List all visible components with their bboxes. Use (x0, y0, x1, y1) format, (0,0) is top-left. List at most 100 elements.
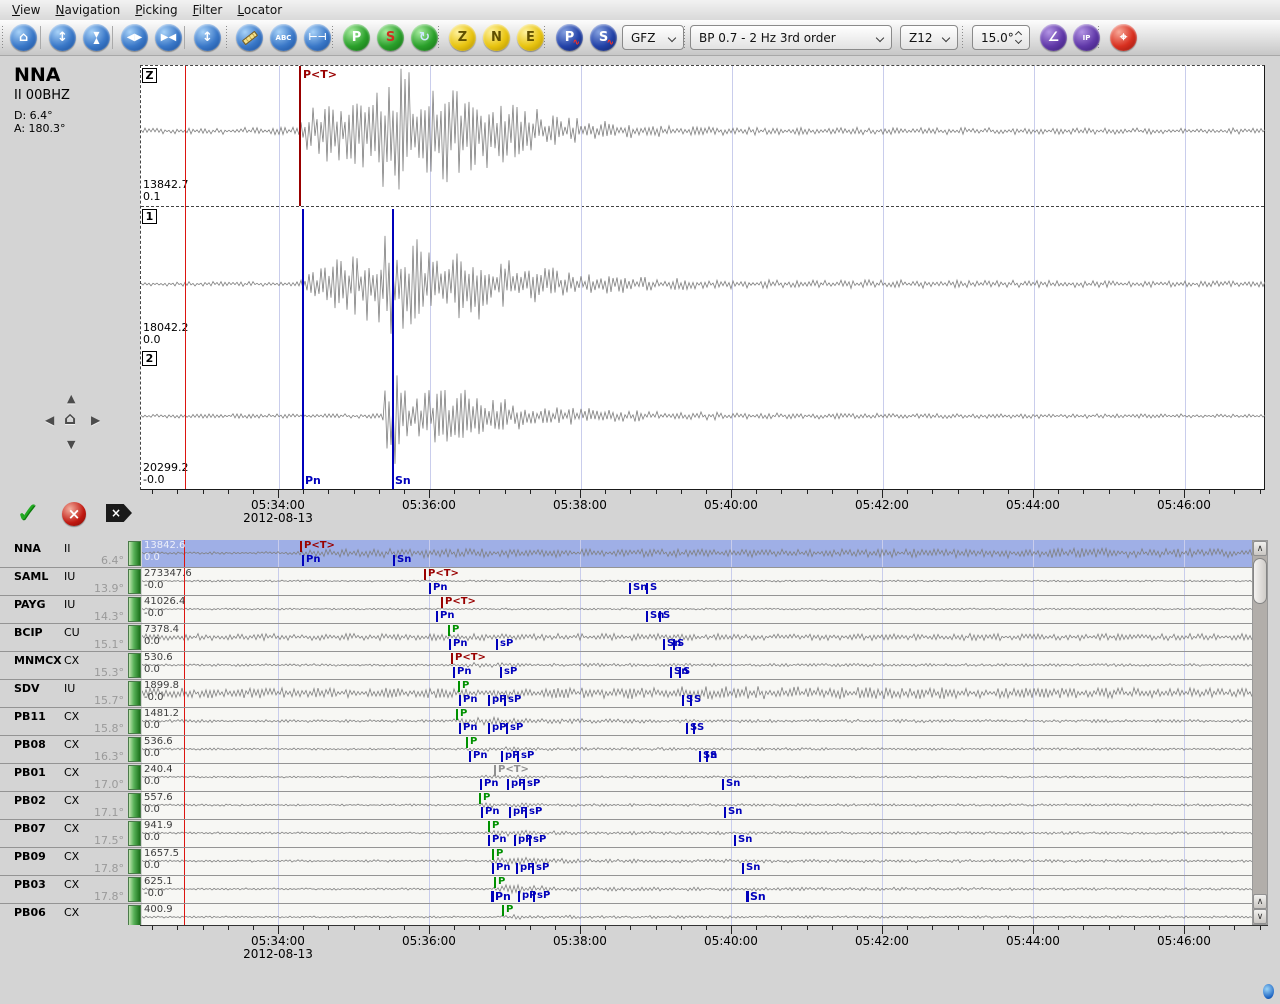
menu-filter[interactable]: Filter (189, 1, 234, 19)
phase-marker-line[interactable] (448, 625, 450, 636)
phase-marker-line[interactable] (429, 583, 431, 594)
scroll-down-button[interactable]: ∨ (1253, 909, 1267, 924)
phase-marker-line[interactable] (518, 891, 520, 902)
phase-marker-line[interactable] (459, 723, 461, 734)
agency-dropdown[interactable]: GFZ (622, 25, 684, 50)
phase-marker-line[interactable] (488, 821, 490, 832)
phase-label-tool-icon[interactable]: ABC (270, 24, 297, 51)
phase-marker-line[interactable] (441, 597, 443, 608)
station-trace[interactable]: 557.60.0PPnpPsPSn (142, 792, 1252, 819)
station-row-pb07[interactable]: PB07CX17.5°941.90.0PPnpPsPSn (0, 820, 1252, 848)
phase-marker-line[interactable] (459, 695, 461, 706)
phase-marker-line[interactable] (453, 667, 455, 678)
ip-tool-button-icon[interactable]: IP (1073, 24, 1100, 51)
phase-marker-line[interactable] (682, 695, 684, 706)
phase-marker-line[interactable] (300, 541, 302, 552)
phase-marker-line[interactable] (670, 667, 672, 678)
station-trace[interactable]: 7378.40.0PPnsPSnS (142, 624, 1252, 651)
station-trace[interactable]: 625.1-0.0PPnpPsPSn (142, 876, 1252, 903)
station-row-bcip[interactable]: BCIPCU15.1°7378.40.0PPnsPSnS (0, 624, 1252, 652)
nav-home-icon[interactable]: ⌂ (64, 409, 76, 429)
component-z-button-icon[interactable]: Z (449, 24, 476, 51)
nav-up-icon[interactable]: ▲ (67, 392, 75, 405)
theoretical-s-button-icon[interactable]: S∿ (590, 24, 617, 51)
confirm-pick-button[interactable]: ✓ (16, 496, 39, 529)
phase-marker-line[interactable] (679, 667, 681, 678)
phase-marker-line[interactable] (722, 779, 724, 790)
phase-marker-line[interactable] (525, 807, 527, 818)
phase-marker-line[interactable] (506, 723, 508, 734)
component-dropdown[interactable]: Z12 (900, 25, 958, 50)
phase-marker-line[interactable] (523, 779, 525, 790)
station-row-payg[interactable]: PAYGIU14.3°41026.4-0.0P<T>PnSnS (0, 596, 1252, 624)
phase-marker-line[interactable] (533, 891, 535, 902)
station-trace[interactable]: 273347.6-0.0P<T>PnSnS (142, 568, 1252, 595)
station-row-pb11[interactable]: PB11CX15.8°1481.20.0PPnpPsPSS (0, 708, 1252, 736)
phase-marker-line[interactable] (502, 905, 504, 916)
phase-marker-line[interactable] (479, 793, 481, 804)
spin-down-icon[interactable] (1015, 37, 1022, 44)
phase-marker-line[interactable] (699, 751, 701, 762)
phase-marker-line[interactable] (488, 723, 490, 734)
vertical-scrollbar[interactable]: ∧ ∧ ∨ (1252, 540, 1268, 925)
phase-marker-line[interactable] (742, 863, 744, 874)
phase-marker-line[interactable] (734, 835, 736, 846)
station-row-pb08[interactable]: PB08CX16.3°536.60.0PPnpPsPSnS (0, 736, 1252, 764)
station-trace[interactable]: 240.40.0P<T>PnpPsPSn (142, 764, 1252, 791)
phase-marker-line[interactable] (424, 569, 426, 580)
station-trace[interactable]: 400.9P (142, 904, 1252, 925)
phase-marker-line[interactable] (491, 891, 494, 902)
station-trace[interactable]: 1899.8-0.0PPnpPsPSS (142, 680, 1252, 707)
fit-horizontal-icon[interactable]: ▶◀ (155, 24, 182, 51)
fit-vertical-icon[interactable]: ▼▲ (83, 24, 110, 51)
station-trace[interactable]: 941.90.0PPnpPsPSn (142, 820, 1252, 847)
phase-marker-line[interactable] (532, 863, 534, 874)
scrollbar-thumb[interactable] (1253, 558, 1267, 604)
angle-tool-button-icon[interactable]: ∠ (1040, 24, 1067, 51)
phase-marker-line[interactable] (509, 807, 511, 818)
phase-marker-line[interactable] (494, 877, 496, 888)
phase-marker-line[interactable] (302, 555, 304, 566)
station-trace[interactable]: 536.60.0PPnpPsPSnS (142, 736, 1252, 763)
pick-marker-line[interactable] (392, 209, 394, 489)
phase-marker-line[interactable] (469, 751, 471, 762)
phase-marker-line[interactable] (529, 835, 531, 846)
phase-marker-line[interactable] (393, 555, 395, 566)
station-row-mnmcx[interactable]: MNMCXCX15.3°530.60.0P<T>PnsPSnS (0, 652, 1252, 680)
phase-marker-line[interactable] (507, 779, 509, 790)
phase-marker-line[interactable] (706, 751, 708, 762)
phase-marker-line[interactable] (746, 891, 749, 902)
phase-marker-line[interactable] (481, 807, 483, 818)
phase-marker-line[interactable] (492, 863, 494, 874)
expand-horizontal-icon[interactable]: ◀▶ (121, 24, 148, 51)
nav-left-icon[interactable]: ◀ (45, 413, 54, 427)
component-e-button-icon[interactable]: E (517, 24, 544, 51)
station-trace[interactable]: 1657.50.0PPnpPsPSn (142, 848, 1252, 875)
menu-locator[interactable]: Locator (233, 1, 293, 19)
phase-marker-line[interactable] (492, 849, 494, 860)
filter-dropdown[interactable]: BP 0.7 - 2 Hz 3rd order (690, 25, 892, 50)
phase-marker-line[interactable] (449, 639, 451, 650)
menu-navigation[interactable]: Navigation (51, 1, 131, 19)
pick-s-button-icon[interactable]: S (377, 24, 404, 51)
nav-down-icon[interactable]: ▼ (67, 438, 75, 451)
phase-marker-line[interactable] (646, 583, 648, 594)
phase-marker-line[interactable] (663, 639, 665, 650)
station-trace[interactable]: 530.60.0P<T>PnsPSnS (142, 652, 1252, 679)
phase-marker-line[interactable] (458, 681, 460, 692)
phase-marker-line[interactable] (673, 639, 675, 650)
menu-view[interactable]: View (8, 1, 51, 19)
station-row-saml[interactable]: SAMLIU13.9°273347.6-0.0P<T>PnSnS (0, 568, 1252, 596)
home-icon[interactable]: ⌂ (10, 24, 37, 51)
repick-button-icon[interactable]: ↻ (411, 24, 438, 51)
angle-spinbox[interactable]: 15.0° (972, 25, 1030, 50)
phase-marker-line[interactable] (436, 611, 438, 622)
phase-marker-line[interactable] (516, 863, 518, 874)
relocate-target-button-icon[interactable]: ⌖ (1110, 24, 1137, 51)
phase-marker-line[interactable] (517, 751, 519, 762)
station-row-pb06[interactable]: PB06CX400.9P (0, 904, 1252, 925)
discard-pick-button[interactable]: × (106, 504, 132, 522)
pick-p-button-icon[interactable]: P (343, 24, 370, 51)
phase-marker-line[interactable] (451, 653, 453, 664)
scroll-up-button-2[interactable]: ∧ (1253, 894, 1267, 909)
